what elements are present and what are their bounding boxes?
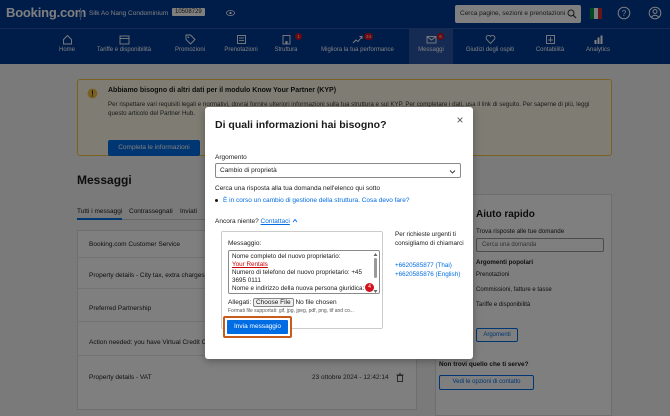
send-message-label: Invia messaggio bbox=[227, 320, 288, 334]
message-line: 3695 0111 bbox=[232, 277, 261, 284]
contact-link[interactable]: Contattaci bbox=[261, 218, 290, 225]
search-hint: Cerca una risposta alla tua domanda nell… bbox=[215, 185, 380, 192]
supported-formats: Formati file supportati: gif, jpg, jpeg,… bbox=[228, 308, 354, 314]
still-need-text: Ancora niente? bbox=[215, 218, 259, 225]
phone-link-english[interactable]: +6620585876 (English) bbox=[395, 271, 460, 278]
topic-value: Cambio di proprietà bbox=[220, 167, 277, 174]
spellcheck-badge[interactable]: 4 bbox=[365, 283, 374, 292]
message-label: Messaggio: bbox=[228, 240, 262, 247]
message-panel: Messaggio: Nome completo del nuovo propr… bbox=[221, 231, 383, 329]
bullet bbox=[215, 199, 218, 202]
chevron-down-icon bbox=[449, 170, 456, 174]
faq-link[interactable]: È in corso un cambio di gestione della s… bbox=[223, 197, 409, 204]
message-textarea[interactable]: Nome completo del nuovo proprietario: Yo… bbox=[228, 250, 380, 294]
topic-label: Argomento bbox=[215, 154, 247, 161]
still-need-row: Ancora niente? Contattaci bbox=[215, 218, 298, 225]
attachments-row: Allegati: Choose File No file chosen bbox=[228, 298, 337, 307]
chevron-up-icon[interactable] bbox=[292, 218, 298, 223]
close-icon[interactable]: × bbox=[454, 114, 466, 126]
urgent-text: Per richieste urgenti ti consigliamo di … bbox=[395, 231, 464, 247]
file-status: No file chosen bbox=[295, 299, 337, 306]
contact-modal: Di quali informazioni hai bisogno? × Arg… bbox=[205, 107, 473, 359]
message-line: Your Rentals bbox=[232, 261, 268, 268]
message-text: Nome completo del nuovo proprietario: Yo… bbox=[232, 253, 370, 293]
modal-title: Di quali informazioni hai bisogno? bbox=[215, 119, 387, 131]
message-line: Nome e indirizzo della nuova persona giu… bbox=[232, 285, 365, 292]
phone-link-thai[interactable]: +6620585877 (Thai) bbox=[395, 262, 452, 269]
message-line: Nome completo del nuovo proprietario: bbox=[232, 253, 341, 260]
choose-file-button[interactable]: Choose File bbox=[252, 298, 294, 307]
message-line: Numero di telefono del nuovo proprietari… bbox=[232, 269, 363, 276]
topic-select[interactable]: Cambio di proprietà bbox=[215, 163, 461, 178]
attachments-label: Allegati: bbox=[228, 299, 252, 306]
send-message-button[interactable]: Invia messaggio bbox=[223, 316, 292, 338]
